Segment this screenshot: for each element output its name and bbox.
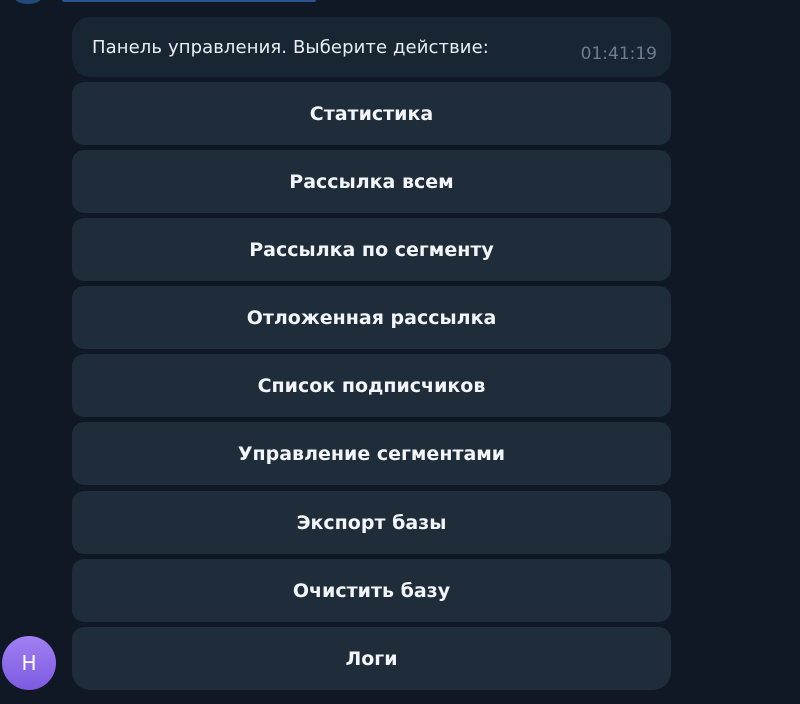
statistics-button[interactable]: Статистика	[72, 82, 671, 145]
avatar[interactable]: Н	[2, 636, 56, 690]
message-timestamp: 01:41:19	[580, 44, 657, 64]
button-label: Логи	[345, 647, 398, 670]
previous-message-avatar	[14, 0, 42, 4]
button-label: Отложенная рассылка	[246, 306, 497, 329]
button-label: Экспорт базы	[296, 511, 447, 534]
button-label: Список подписчиков	[257, 374, 486, 397]
button-label: Статистика	[309, 102, 434, 125]
export-database-button[interactable]: Экспорт базы	[72, 491, 671, 554]
logs-button[interactable]: Логи	[72, 627, 671, 690]
button-label: Управление сегментами	[237, 442, 506, 465]
previous-message-edge	[62, 0, 316, 2]
message-bubble: Панель управления. Выберите действие: 01…	[72, 17, 671, 77]
clear-database-button[interactable]: Очистить базу	[72, 559, 671, 622]
avatar-initial: Н	[21, 651, 37, 675]
message-text: Панель управления. Выберите действие:	[92, 37, 489, 58]
button-label: Рассылка по сегменту	[249, 238, 494, 261]
scheduled-broadcast-button[interactable]: Отложенная рассылка	[72, 286, 671, 349]
button-label: Очистить базу	[292, 579, 451, 602]
button-label: Рассылка всем	[289, 170, 454, 193]
chat-area: Панель управления. Выберите действие: 01…	[0, 0, 800, 704]
manage-segments-button[interactable]: Управление сегментами	[72, 422, 671, 485]
broadcast-segment-button[interactable]: Рассылка по сегменту	[72, 218, 671, 281]
broadcast-all-button[interactable]: Рассылка всем	[72, 150, 671, 213]
subscribers-list-button[interactable]: Список подписчиков	[72, 354, 671, 417]
